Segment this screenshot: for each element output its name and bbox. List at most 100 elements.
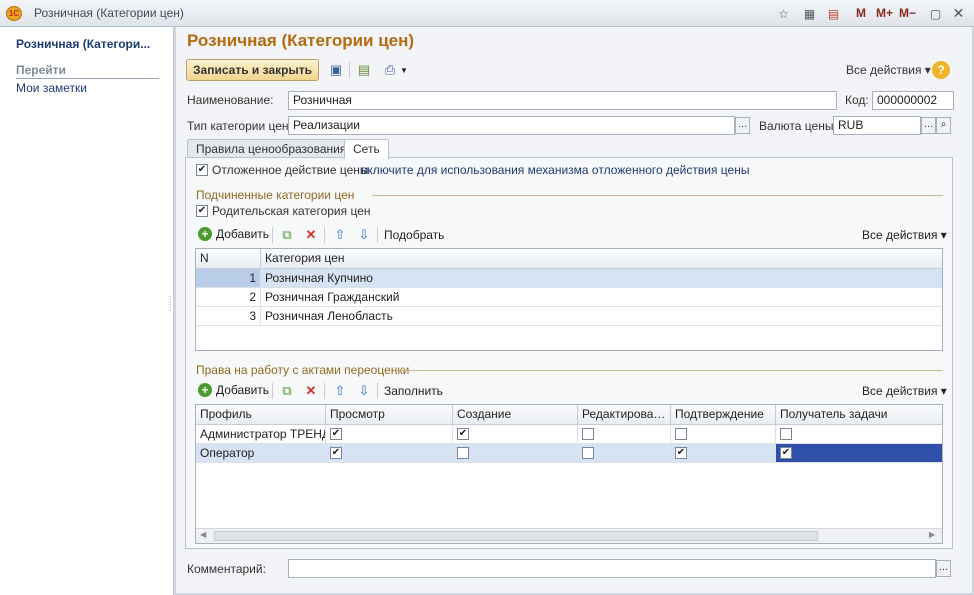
add-rights-button[interactable]: + Добавить <box>198 383 269 397</box>
confirm-checkbox[interactable]: ✔ <box>675 447 687 459</box>
close-icon[interactable]: ✕ <box>950 5 967 22</box>
page-title: Розничная (Категории цен) <box>187 31 415 50</box>
move-down-icon[interactable]: ⇩ <box>354 225 374 245</box>
save-icon[interactable]: ▣ <box>326 60 346 80</box>
column-header-view[interactable]: Просмотр <box>326 405 453 424</box>
all-actions-menu[interactable]: Все действия ▾ <box>862 228 947 242</box>
row-category[interactable]: Розничная Купчино <box>261 269 942 287</box>
comment-expand-button[interactable]: … <box>936 560 951 577</box>
column-header-n[interactable]: N <box>196 249 261 268</box>
calculator-icon[interactable]: ▦ <box>801 5 818 22</box>
add-label: Добавить <box>216 227 270 241</box>
move-down-icon[interactable]: ⇩ <box>354 381 374 401</box>
view-checkbox[interactable]: ✔ <box>330 447 342 459</box>
row-profile[interactable]: Оператор <box>196 444 326 462</box>
save-close-button[interactable]: Записать и закрыть <box>186 59 319 81</box>
all-actions-label[interactable]: Все действия <box>846 63 921 77</box>
add-label: Добавить <box>216 383 270 397</box>
all-actions-menu[interactable]: Все действия ▾ <box>862 384 947 398</box>
comment-field[interactable] <box>288 559 936 578</box>
move-up-icon[interactable]: ⇧ <box>330 381 350 401</box>
scroll-right-icon[interactable]: ▶ <box>929 530 935 539</box>
memory-minus-button[interactable]: M− <box>899 5 916 22</box>
scroll-left-icon[interactable]: ◀ <box>200 530 206 539</box>
receiver-checkbox[interactable]: ✔ <box>780 447 792 459</box>
move-up-icon[interactable]: ⇧ <box>330 225 350 245</box>
code-label: Код: <box>845 93 869 107</box>
add-icon: + <box>198 383 212 397</box>
memory-plus-button[interactable]: M+ <box>876 5 893 22</box>
sidebar-item-notes[interactable]: Мои заметки <box>16 81 87 95</box>
edit-checkbox[interactable] <box>582 428 594 440</box>
row-category[interactable]: Розничная Гражданский <box>261 288 942 306</box>
row-number: 2 <box>196 288 261 306</box>
window-title: Розничная (Категории цен) <box>34 6 184 20</box>
pick-button[interactable]: Подобрать <box>384 228 444 242</box>
table-row[interactable]: 2 Розничная Гражданский <box>196 288 942 307</box>
section-divider <box>396 370 943 371</box>
confirm-checkbox[interactable] <box>675 428 687 440</box>
table-row[interactable]: Оператор ✔ ✔ ✔ <box>196 444 942 463</box>
help-icon[interactable]: ? <box>932 61 950 79</box>
row-number: 1 <box>196 269 261 287</box>
table-header: Профиль Просмотр Создание Редактирован..… <box>196 405 942 425</box>
copy-icon[interactable]: ⧉ <box>277 225 297 245</box>
fill-button[interactable]: Заполнить <box>384 384 443 398</box>
parent-category-checkbox[interactable]: ✔ <box>196 205 208 217</box>
chevron-down-icon[interactable]: ▼ <box>400 66 408 75</box>
all-actions-label[interactable]: Все действия <box>862 384 937 398</box>
currency-select-button[interactable]: … <box>921 117 936 134</box>
post-icon[interactable]: ▤ <box>354 60 374 80</box>
row-category[interactable]: Розничная Ленобласть <box>261 307 942 325</box>
delete-icon[interactable]: ✕ <box>301 225 321 245</box>
sidebar-goto-header: Перейти <box>16 63 159 79</box>
app-logo-icon: 1С <box>6 6 22 21</box>
calendar-icon[interactable]: ▤ <box>825 5 842 22</box>
delete-icon[interactable]: ✕ <box>301 381 321 401</box>
receiver-checkbox[interactable] <box>780 428 792 440</box>
column-header-confirm[interactable]: Подтверждение <box>671 405 776 424</box>
splitter-handle[interactable]: ⋮ ⋮ <box>166 296 174 312</box>
name-label: Наименование: <box>187 93 274 107</box>
deferred-checkbox[interactable]: ✔ <box>196 164 208 176</box>
edit-checkbox[interactable] <box>582 447 594 459</box>
print-icon[interactable]: ⎙ <box>380 60 400 80</box>
categories-table[interactable]: N Категория цен 1 Розничная Купчино 2 Ро… <box>195 248 943 351</box>
all-actions-label[interactable]: Все действия <box>862 228 937 242</box>
create-checkbox[interactable]: ✔ <box>457 428 469 440</box>
type-select-button[interactable]: … <box>735 117 750 134</box>
table-row[interactable]: 1 Розничная Купчино <box>196 269 942 288</box>
row-profile[interactable]: Администратор ТРЕНД <box>196 425 326 443</box>
copy-icon[interactable]: ⧉ <box>277 381 297 401</box>
rights-section-title: Права на работу с актами переоценки <box>196 363 410 377</box>
type-field[interactable]: Реализации <box>288 116 735 135</box>
column-header-receiver[interactable]: Получатель задачи <box>776 405 942 424</box>
code-field[interactable]: 000000002 <box>872 91 954 110</box>
all-actions-menu[interactable]: Все действия ▾ <box>846 63 931 77</box>
scrollbar-thumb[interactable] <box>214 531 818 541</box>
create-checkbox[interactable] <box>457 447 469 459</box>
sidebar-title[interactable]: Розничная (Категори... <box>16 37 166 51</box>
currency-search-icon[interactable]: ⌕ <box>936 117 951 134</box>
column-header-category[interactable]: Категория цен <box>261 249 942 268</box>
currency-field[interactable]: RUB <box>833 116 921 135</box>
memory-m-button[interactable]: M <box>856 5 866 22</box>
table-row[interactable]: Администратор ТРЕНД ✔ ✔ <box>196 425 942 444</box>
rights-table[interactable]: Профиль Просмотр Создание Редактирован..… <box>195 404 943 544</box>
column-header-profile[interactable]: Профиль <box>196 405 326 424</box>
tab-network[interactable]: Сеть <box>344 139 389 159</box>
column-header-edit[interactable]: Редактирован... <box>578 405 671 424</box>
tab-pricing-rules[interactable]: Правила ценообразования <box>187 139 356 158</box>
name-field[interactable]: Розничная <box>288 91 837 110</box>
column-header-create[interactable]: Создание <box>453 405 578 424</box>
maximize-icon[interactable]: ▢ <box>927 5 944 22</box>
parent-category-label: Родительская категория цен <box>212 204 371 218</box>
deferred-link[interactable]: включите для использования механизма отл… <box>361 163 749 177</box>
bookmark-icon[interactable]: ☆ <box>775 5 792 22</box>
subordinate-section-title: Подчиненные категории цен <box>196 188 355 202</box>
add-category-button[interactable]: + Добавить <box>198 227 269 241</box>
view-checkbox[interactable]: ✔ <box>330 428 342 440</box>
table-row[interactable]: 3 Розничная Ленобласть <box>196 307 942 326</box>
type-label: Тип категории цен: <box>187 119 292 133</box>
horizontal-scrollbar[interactable]: ◀ ▶ <box>196 528 942 543</box>
